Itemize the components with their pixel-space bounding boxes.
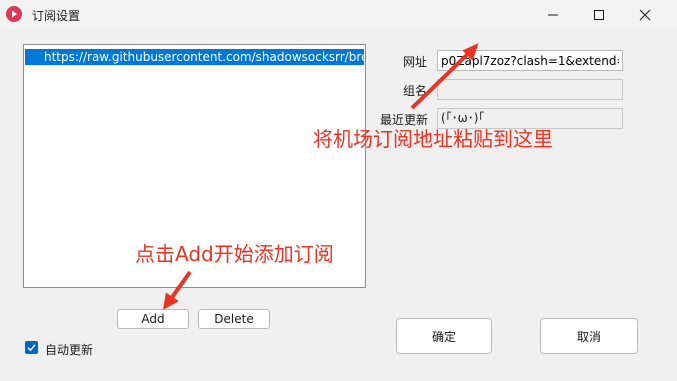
- paste-hint-arrow: [410, 43, 479, 110]
- paste-hint-annotation: 将机场订阅地址粘贴到这里: [313, 127, 553, 151]
- annotation-arrows: [163, 43, 479, 310]
- add-hint-annotation: 点击Add开始添加订阅: [135, 242, 334, 266]
- add-hint-arrow: [163, 270, 192, 310]
